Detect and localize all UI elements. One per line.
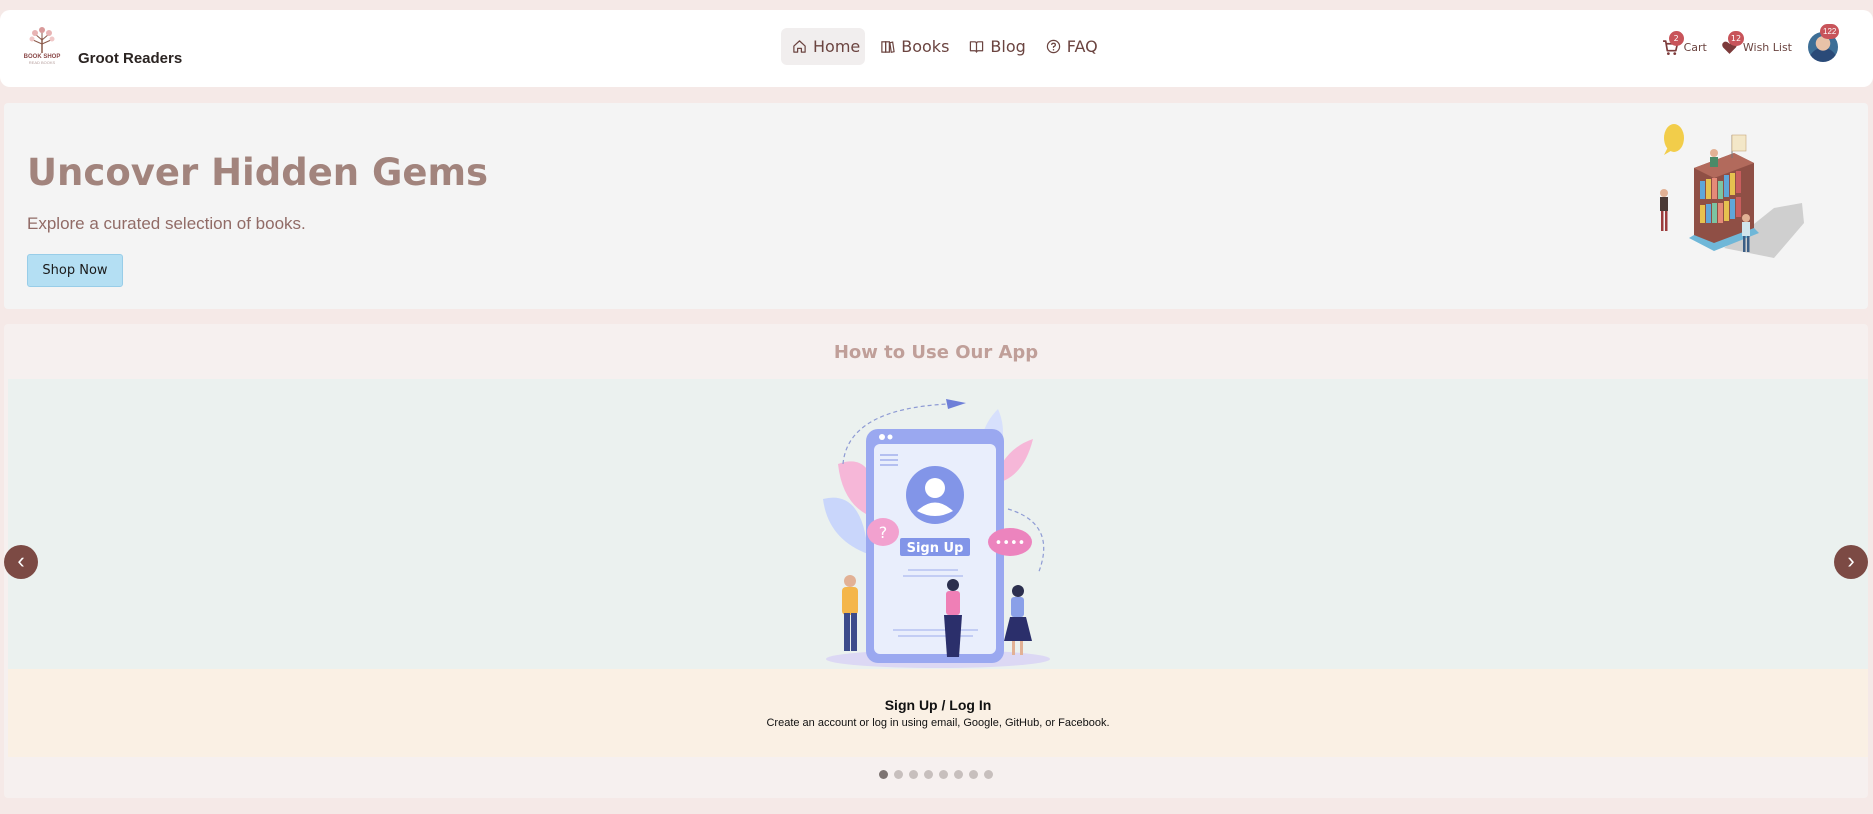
carousel-prev-button[interactable]: ‹ bbox=[4, 545, 38, 579]
tree-logo-icon bbox=[29, 27, 55, 53]
brand-name[interactable]: Groot Readers bbox=[78, 50, 218, 67]
question-circle-icon bbox=[1046, 39, 1060, 54]
chevron-left-icon: ‹ bbox=[17, 548, 25, 573]
carousel-dot[interactable] bbox=[909, 770, 918, 779]
cart-label: Cart bbox=[1683, 40, 1707, 54]
carousel-dot[interactable] bbox=[984, 770, 993, 779]
nav-faq[interactable]: FAQ bbox=[1035, 28, 1103, 65]
nav-blog[interactable]: Blog bbox=[958, 28, 1030, 65]
nav-blog-label: Blog bbox=[990, 37, 1026, 56]
svg-text:••••: •••• bbox=[995, 536, 1026, 551]
logo[interactable]: BOOK SHOP READ BOOKS bbox=[22, 26, 62, 68]
wishlist-count-badge: 12 bbox=[1727, 30, 1745, 46]
brand[interactable]: BOOK SHOP READ BOOKS Groot Readers bbox=[22, 26, 182, 68]
caption-text: Create an account or log in using email,… bbox=[766, 717, 1110, 729]
hero-title: Uncover Hidden Gems bbox=[27, 151, 489, 194]
books-icon bbox=[881, 41, 895, 54]
carousel-caption: Sign Up / Log In Create an account or lo… bbox=[8, 669, 1868, 757]
carousel-dot[interactable] bbox=[939, 770, 948, 779]
signup-illustration: Sign Up ? •••• bbox=[823, 399, 1050, 668]
nav-books-label: Books bbox=[901, 37, 950, 56]
nav-links: Home Books Blog FAQ bbox=[781, 28, 1103, 65]
cart-count-badge: 2 bbox=[1668, 30, 1684, 46]
home-icon bbox=[793, 40, 806, 53]
logo-subtext: READ BOOKS bbox=[28, 60, 56, 65]
profile-count-badge: 122 bbox=[1820, 24, 1840, 39]
hero-subtitle: Explore a curated selection of books. bbox=[27, 214, 306, 233]
signup-banner-text: Sign Up bbox=[907, 541, 964, 556]
carousel-dots bbox=[879, 770, 993, 779]
navbar: BOOK SHOP READ BOOKS Groot Readers Home … bbox=[0, 10, 1873, 87]
how-to-section: How to Use Our App Sign Up ? •••• Sign U… bbox=[4, 324, 1868, 798]
caption-title: Sign Up / Log In bbox=[884, 697, 992, 713]
shop-now-button[interactable]: Shop Now bbox=[27, 254, 123, 287]
wishlist-button[interactable]: 12 Wish List bbox=[1721, 30, 1792, 56]
how-to-title: How to Use Our App bbox=[833, 342, 1039, 363]
carousel-dot[interactable] bbox=[894, 770, 903, 779]
carousel-slide-image: Sign Up ? •••• bbox=[8, 379, 1868, 669]
carousel-dot[interactable] bbox=[924, 770, 933, 779]
hero-banner: Uncover Hidden Gems Explore a curated se… bbox=[4, 103, 1868, 309]
carousel-dot[interactable] bbox=[954, 770, 963, 779]
carousel-dot[interactable] bbox=[969, 770, 978, 779]
nav-actions: 2 Cart 12 Wish List 122 bbox=[1648, 24, 1840, 62]
profile-avatar[interactable]: 122 bbox=[1808, 24, 1840, 62]
carousel-next-button[interactable]: › bbox=[1834, 545, 1868, 579]
nav-faq-label: FAQ bbox=[1066, 37, 1098, 56]
open-book-icon bbox=[970, 41, 984, 53]
chevron-right-icon: › bbox=[1847, 548, 1855, 573]
wishlist-label: Wish List bbox=[1742, 40, 1792, 54]
carousel-dot[interactable] bbox=[879, 770, 888, 779]
nav-books[interactable]: Books bbox=[869, 28, 954, 65]
svg-text:?: ? bbox=[879, 523, 888, 542]
bookshelf-illustration bbox=[1660, 124, 1804, 258]
nav-home-label: Home bbox=[813, 37, 861, 56]
cart-button[interactable]: 2 Cart bbox=[1662, 30, 1707, 56]
nav-home[interactable]: Home bbox=[781, 28, 866, 65]
